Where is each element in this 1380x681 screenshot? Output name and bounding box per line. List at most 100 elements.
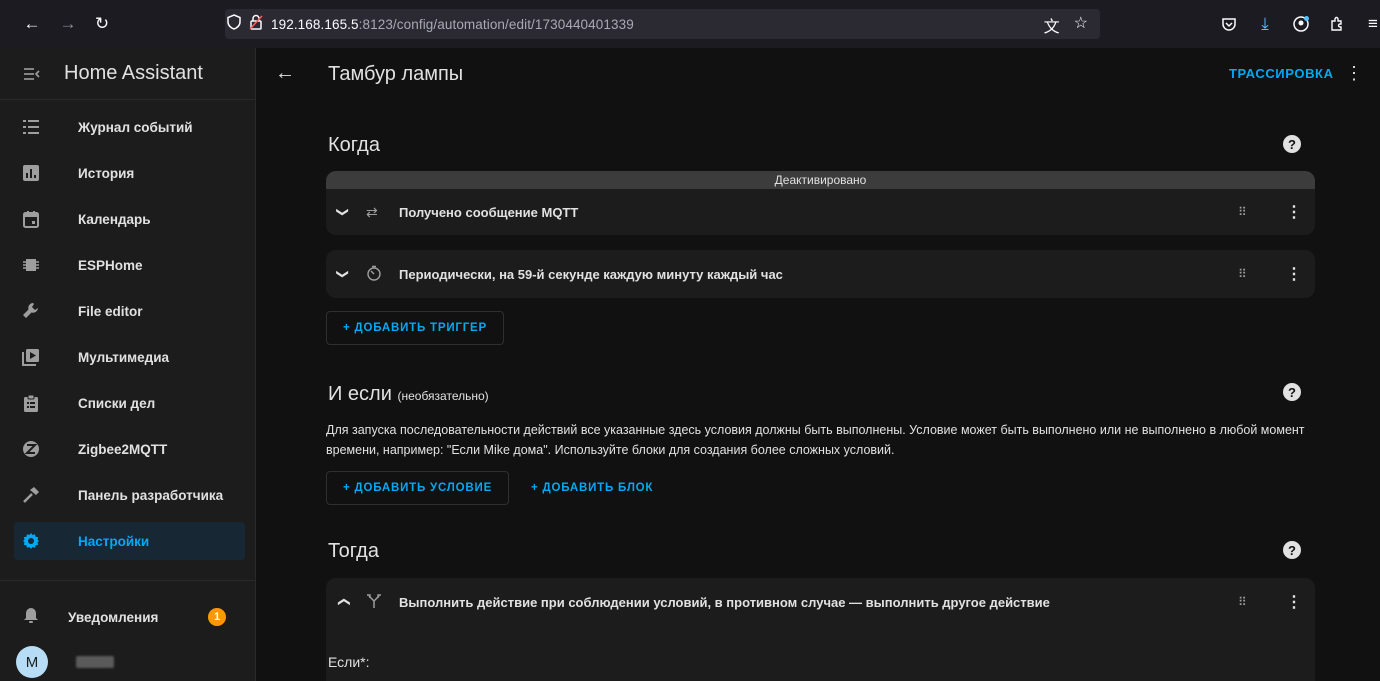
chevron-down-icon[interactable]: ❯ [336,207,350,217]
sidebar-item-label: Списки дел [78,395,156,411]
sidebar-item-label: Zigbee2MQTT [78,441,168,457]
add-condition-button[interactable]: + ДОБАВИТЬ УСЛОВИЕ [326,471,510,505]
chip-icon [14,256,50,274]
sidebar-item-todo[interactable]: Списки дел [14,384,245,422]
bookmark-star-icon[interactable]: ☆ [1074,13,1088,37]
trigger-card-time-pattern[interactable]: ❯ Периодически, на 59-й секунде каждую м… [326,250,1315,298]
pocket-icon[interactable] [1216,10,1242,38]
sidebar: Home Assistant Журнал событий История Ка… [0,48,256,681]
extensions-icon[interactable] [1324,10,1350,38]
sidebar-item-media[interactable]: Мультимедиа [14,338,245,376]
top-app-bar: ← Тамбур лампы ТРАССИРОВКА ⋮ [257,48,1380,100]
sidebar-item-logbook[interactable]: Журнал событий [14,108,245,146]
browser-toolbar: ← → ↻ 192.168.165.5:8123/config/automati… [0,0,1380,48]
sidebar-item-history[interactable]: История [14,154,245,192]
back-arrow-icon[interactable]: ← [18,10,46,38]
reload-icon[interactable]: ↻ [88,10,116,38]
play-box-icon [14,348,50,366]
section-title-when: Когда [328,134,380,156]
main-content: ← Тамбур лампы ТРАССИРОВКА ⋮ Когда ? Деа… [257,48,1380,681]
help-icon[interactable]: ? [1283,541,1301,559]
sidebar-item-label: Журнал событий [78,119,193,135]
conditions-title: И если [328,383,392,405]
sidebar-user[interactable]: M [16,646,114,678]
trigger-label: Получено сообщение MQTT [399,204,579,220]
insecure-lock-icon[interactable] [249,14,263,35]
add-trigger-button[interactable]: + ДОБАВИТЬ ТРИГГЕР [326,311,504,345]
help-icon[interactable]: ? [1283,135,1301,153]
hammer-icon [14,486,50,504]
sidebar-item-label: Панель разработчика [78,487,224,503]
trigger-row[interactable]: ❯ ⇄ Получено сообщение MQTT ⠿ ⋮ [326,189,1315,235]
disabled-banner: Деактивировано [326,171,1315,189]
url-host: 192.168.165.5 [271,16,359,32]
address-bar[interactable]: 192.168.165.5:8123/config/automation/edi… [225,9,1100,39]
sidebar-item-esphome[interactable]: ESPHome [14,246,245,284]
sidebar-item-label: Календарь [78,211,151,227]
more-vert-icon[interactable]: ⋮ [1286,202,1302,222]
sidebar-item-label: ESPHome [78,257,143,273]
menu-collapse-icon[interactable] [0,67,64,81]
sidebar-item-label: Мультимедиа [78,349,170,365]
avatar[interactable]: M [16,646,48,678]
download-icon[interactable]: ⤓ [1252,10,1278,38]
source-branch-icon [366,593,382,612]
sidebar-title: Home Assistant [64,62,203,84]
chevron-up-icon[interactable]: ❯ [336,597,350,607]
sidebar-item-zigbee2mqtt[interactable]: Zigbee2MQTT [14,430,245,468]
sidebar-item-notifications[interactable]: Уведомления 1 [14,598,246,636]
notification-badge: 1 [208,608,226,626]
sidebar-item-label: История [78,165,135,181]
action-card-choose[interactable]: ❯ Выполнить действие при соблюдении усло… [326,578,1315,681]
shield-icon [227,13,241,35]
sidebar-item-calendar[interactable]: Календарь [14,200,245,238]
more-vert-icon[interactable]: ⋮ [1286,592,1302,612]
section-title-actions: Тогда [328,540,379,562]
url-text: 192.168.165.5:8123/config/automation/edi… [271,17,634,32]
sidebar-item-label: Настройки [78,533,150,549]
section-title-conditions: И если (необязательно) [328,383,489,406]
action-row[interactable]: ❯ Выполнить действие при соблюдении усло… [326,578,1315,626]
sidebar-item-label: Уведомления [68,609,159,625]
chart-box-icon [14,164,50,182]
trace-button[interactable]: ТРАССИРОВКА [1229,66,1334,81]
bell-icon [14,606,40,629]
list-icon [14,118,50,136]
sidebar-divider [0,580,255,581]
conditions-optional: (необязательно) [397,389,489,403]
trigger-card-mqtt[interactable]: Деактивировано ❯ ⇄ Получено сообщение MQ… [326,171,1315,235]
url-path: :8123/config/automation/edit/17304404013… [358,16,634,32]
sidebar-item-developer-tools[interactable]: Панель разработчика [14,476,245,514]
account-icon[interactable] [1288,10,1314,38]
action-label: Выполнить действие при соблюдении услови… [399,594,1050,610]
chevron-down-icon[interactable]: ❯ [336,269,350,279]
more-vert-icon[interactable]: ⋮ [1286,264,1302,284]
calendar-icon [14,210,50,228]
more-vert-icon[interactable]: ⋮ [1345,63,1363,84]
translate-icon[interactable]: 文 [1044,13,1060,37]
sidebar-header: Home Assistant [0,48,255,100]
page-title: Тамбур лампы [328,63,464,85]
swap-icon: ⇄ [366,203,378,220]
trigger-label: Периодически, на 59-й секунде каждую мин… [399,266,783,282]
if-label: Если*: [328,654,370,670]
back-arrow-icon[interactable]: ← [275,62,295,85]
sidebar-item-label: File editor [78,303,143,319]
help-icon[interactable]: ? [1283,383,1301,401]
conditions-description: Для запуска последовательности действий … [326,423,1305,457]
zigbee-icon [14,440,50,458]
drag-handle-icon[interactable]: ⠿ [1238,267,1247,281]
sidebar-item-file-editor[interactable]: File editor [14,292,245,330]
drag-handle-icon[interactable]: ⠿ [1238,205,1247,219]
add-block-button[interactable]: + ДОБАВИТЬ БЛОК [531,471,653,505]
drag-handle-icon[interactable]: ⠿ [1238,595,1247,609]
forward-arrow-icon[interactable]: → [54,10,82,38]
cog-icon [14,532,50,550]
wrench-icon [14,302,50,320]
trigger-row[interactable]: ❯ Периодически, на 59-й секунде каждую м… [326,250,1315,298]
timer-icon [366,265,382,284]
clipboard-list-icon [14,394,50,412]
sidebar-item-settings[interactable]: Настройки [14,522,245,560]
hamburger-menu-icon[interactable]: ≡ [1360,10,1380,38]
user-name-blurred [76,656,114,668]
